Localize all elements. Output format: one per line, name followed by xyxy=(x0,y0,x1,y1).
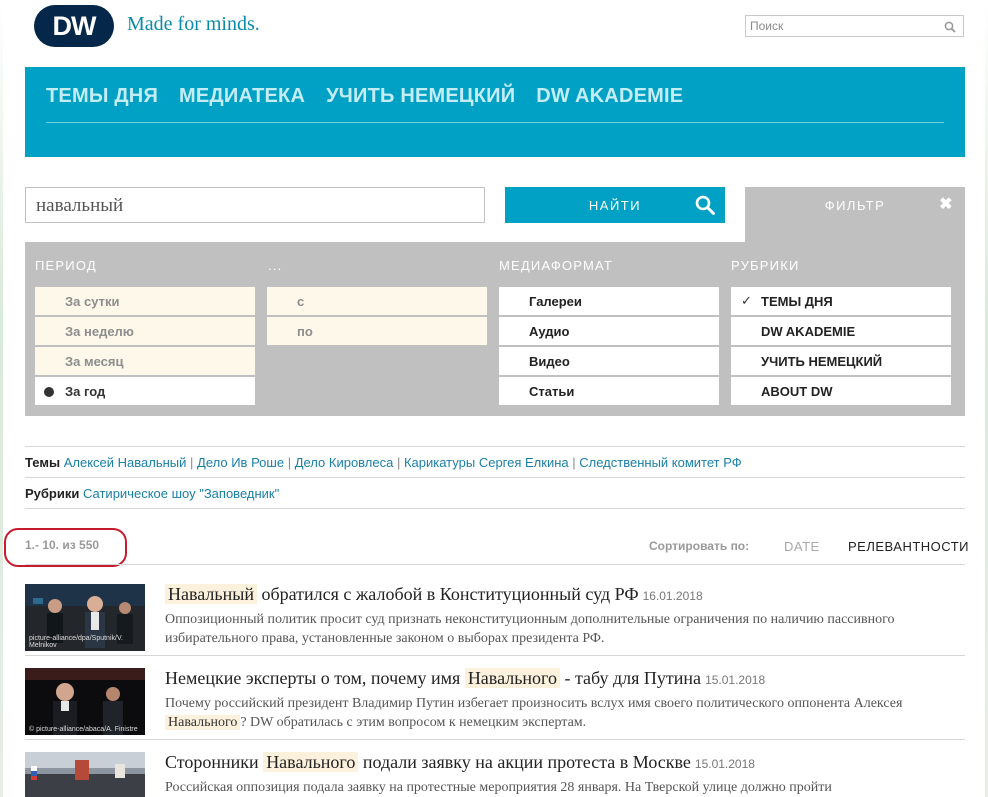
format-option-audio[interactable]: Аудио xyxy=(499,317,719,345)
date-from-field[interactable]: с xyxy=(267,287,487,315)
main-nav: ТЕМЫ ДНЯ МЕДИАТЕКА УЧИТЬ НЕМЕЦКИЙ DW AKA… xyxy=(25,67,965,157)
filter-panel: ПЕРИОД ... МЕДИАФОРМАТ РУБРИКИ За сутки … xyxy=(25,242,965,416)
nav-item-topics[interactable]: ТЕМЫ ДНЯ xyxy=(46,85,158,108)
query-input[interactable]: навальный xyxy=(25,187,485,223)
result-title[interactable]: Навальный обратился с жалобой в Конститу… xyxy=(165,584,703,605)
period-option-day[interactable]: За сутки xyxy=(35,287,255,315)
dw-logo[interactable]: DW xyxy=(34,5,114,47)
topic-link[interactable]: Следственный комитет РФ xyxy=(579,455,741,470)
divider xyxy=(25,655,965,656)
date-to-field[interactable]: по xyxy=(267,317,487,345)
rubrics-row: Рубрики Сатирическое шоу "Заповедник" xyxy=(25,486,279,501)
result-date: 16.01.2018 xyxy=(642,589,703,603)
check-icon: ✓ xyxy=(741,293,752,308)
search-icon xyxy=(695,195,715,218)
result-snippet: Почему российский президент Владимир Пут… xyxy=(165,696,903,730)
sort-by-relevance[interactable]: РЕЛЕВАНТНОСТИ xyxy=(848,539,969,554)
result-thumbnail[interactable]: © picture-alliance/abaca/A. Finistre xyxy=(25,668,145,735)
rubric-option-topics[interactable]: ✓ ТЕМЫ ДНЯ xyxy=(731,287,951,315)
period-option-month[interactable]: За месяц xyxy=(35,347,255,375)
nav-item-media[interactable]: МЕДИАТЕКА xyxy=(179,85,305,108)
rubric-option-about[interactable]: ABOUT DW xyxy=(731,377,951,405)
topic-link[interactable]: Карикатуры Сергея Елкина xyxy=(404,455,569,470)
rubrics-heading: РУБРИКИ xyxy=(731,258,800,273)
filter-tab[interactable]: ФИЛЬТР ✖ xyxy=(745,187,965,243)
nav-item-learn-german[interactable]: УЧИТЬ НЕМЕЦКИЙ xyxy=(326,85,515,108)
divider xyxy=(25,477,965,478)
results-count: 1.- 10. из 550 xyxy=(25,538,100,552)
format-option-video[interactable]: Видео xyxy=(499,347,719,375)
divider xyxy=(25,446,965,447)
range-heading: ... xyxy=(268,258,283,273)
find-button-label: НАЙТИ xyxy=(588,197,642,213)
nav-divider xyxy=(46,122,944,123)
result-snippet: Российская оппозиция подала заявку на пр… xyxy=(165,780,832,795)
find-button[interactable]: НАЙТИ xyxy=(505,187,725,223)
topic-link[interactable]: Дело Ив Роше xyxy=(197,455,284,470)
topics-label: Темы xyxy=(25,455,61,470)
photo-credit: © picture-alliance/abaca/A. Finistre xyxy=(29,726,138,733)
site-search-input[interactable] xyxy=(746,16,936,36)
period-option-week[interactable]: За неделю xyxy=(35,317,255,345)
tagline: Made for minds. xyxy=(127,13,260,35)
rubric-link[interactable]: Сатирическое шоу "Заповедник" xyxy=(83,486,279,501)
topic-link[interactable]: Алексей Навальный xyxy=(64,455,187,470)
result-thumbnail[interactable] xyxy=(25,752,145,797)
photo-credit: picture-alliance/dpa/Sputnik/V. Melnikov xyxy=(29,635,123,649)
format-heading: МЕДИАФОРМАТ xyxy=(499,258,614,273)
site-search[interactable] xyxy=(745,15,964,37)
divider xyxy=(25,508,965,509)
rubric-option-akademie[interactable]: DW AKADEMIE xyxy=(731,317,951,345)
nav-item-akademie[interactable]: DW AKADEMIE xyxy=(536,85,683,108)
radio-selected-icon xyxy=(44,387,54,397)
result-thumbnail[interactable]: picture-alliance/dpa/Sputnik/V. Melnikov xyxy=(25,584,145,651)
sort-by-date[interactable]: DATE xyxy=(784,539,820,554)
result-date: 15.01.2018 xyxy=(694,757,755,771)
result-title[interactable]: Немецкие эксперты о том, почему имя Нава… xyxy=(165,668,765,689)
result-snippet: Оппозиционный политик просит суд признат… xyxy=(165,612,895,646)
period-option-year[interactable]: За год xyxy=(35,377,255,405)
close-icon[interactable]: ✖ xyxy=(939,194,954,214)
topic-link[interactable]: Дело Кировлеса xyxy=(295,455,394,470)
divider xyxy=(25,739,965,740)
format-option-galleries[interactable]: Галереи xyxy=(499,287,719,315)
result-date: 15.01.2018 xyxy=(705,673,766,687)
window-frame-left xyxy=(0,0,3,797)
filter-tab-label: ФИЛЬТР xyxy=(824,198,886,213)
format-option-articles[interactable]: Статьи xyxy=(499,377,719,405)
divider xyxy=(25,564,965,565)
search-icon[interactable] xyxy=(944,20,956,38)
topics-row: Темы Алексей Навальный | Дело Ив Роше | … xyxy=(25,455,742,470)
period-heading: ПЕРИОД xyxy=(35,258,97,273)
sort-label: Сортировать по: xyxy=(649,539,750,553)
rubric-option-learn-german[interactable]: УЧИТЬ НЕМЕЦКИЙ xyxy=(731,347,951,375)
result-title[interactable]: Сторонники Навального подали заявку на а… xyxy=(165,752,755,773)
rubrics-label: Рубрики xyxy=(25,486,80,501)
